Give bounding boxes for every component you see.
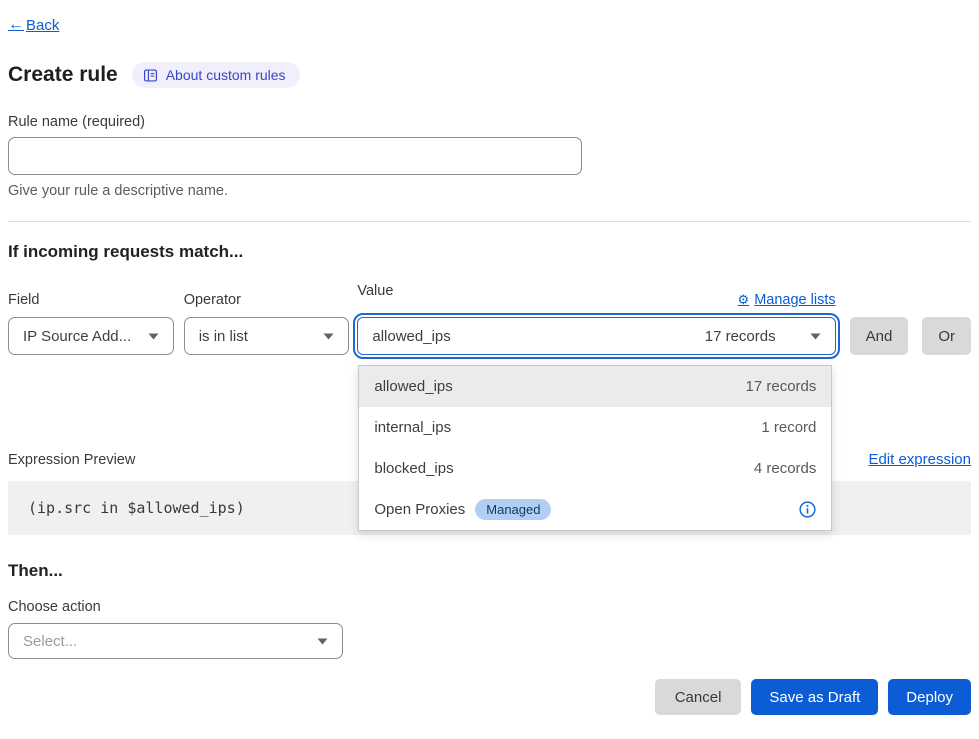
choose-action-label: Choose action <box>8 599 971 615</box>
field-selected-value: IP Source Add... <box>23 328 136 345</box>
list-option-open-proxies[interactable]: Open Proxies Managed <box>359 489 831 530</box>
match-section-heading: If incoming requests match... <box>8 242 971 262</box>
condition-row: Field IP Source Add... Operator is in li… <box>8 283 971 355</box>
list-option-count: 17 records <box>746 378 817 395</box>
rule-name-helper-text: Give your rule a descriptive name. <box>8 183 971 199</box>
section-divider <box>8 221 971 222</box>
chevron-down-icon <box>148 333 159 340</box>
managed-badge: Managed <box>475 499 551 520</box>
list-dropdown-menu: allowed_ips 17 records internal_ips 1 re… <box>358 365 832 531</box>
expression-preview-label: Expression Preview <box>8 452 135 468</box>
rule-name-label: Rule name (required) <box>8 114 971 130</box>
back-label: Back <box>26 17 59 34</box>
then-section-heading: Then... <box>8 561 971 581</box>
info-icon[interactable] <box>799 501 816 518</box>
list-option-name: blocked_ips <box>374 460 453 477</box>
action-select[interactable]: Select... <box>8 623 343 659</box>
page-title: Create rule <box>8 63 118 87</box>
action-select-placeholder: Select... <box>23 633 305 650</box>
value-selected-count: 17 records <box>705 328 776 345</box>
about-custom-rules-label: About custom rules <box>166 67 286 83</box>
footer-actions: Cancel Save as Draft Deploy <box>8 679 971 715</box>
list-option-name: Open Proxies <box>374 501 465 518</box>
operator-select[interactable]: is in list <box>184 317 350 355</box>
or-button[interactable]: Or <box>922 317 971 355</box>
deploy-button[interactable]: Deploy <box>888 679 971 715</box>
value-label: Value <box>357 283 393 299</box>
value-selected-name: allowed_ips <box>372 328 704 345</box>
gear-icon: ⚙ <box>738 292 750 308</box>
title-row: Create rule About custom rules <box>8 62 971 88</box>
edit-expression-link[interactable]: Edit expression <box>868 451 971 468</box>
rule-name-input[interactable] <box>8 137 582 175</box>
about-custom-rules-link[interactable]: About custom rules <box>132 62 300 88</box>
manage-lists-label: Manage lists <box>754 292 835 308</box>
list-option-allowed-ips[interactable]: allowed_ips 17 records <box>359 366 831 407</box>
list-option-name: allowed_ips <box>374 378 452 395</box>
field-select[interactable]: IP Source Add... <box>8 317 174 355</box>
list-option-internal-ips[interactable]: internal_ips 1 record <box>359 407 831 448</box>
create-rule-page: ←Back Create rule About custom rules Rul… <box>0 0 979 739</box>
save-as-draft-button[interactable]: Save as Draft <box>751 679 878 715</box>
back-arrow-icon: ← <box>8 16 24 34</box>
operator-label: Operator <box>184 292 350 308</box>
back-link[interactable]: ←Back <box>8 16 59 34</box>
and-button[interactable]: And <box>850 317 909 355</box>
list-option-name: internal_ips <box>374 419 451 436</box>
operator-selected-value: is in list <box>199 328 312 345</box>
list-option-count: 1 record <box>761 419 816 436</box>
book-icon <box>143 68 158 83</box>
value-select[interactable]: allowed_ips 17 records <box>357 317 835 355</box>
chevron-down-icon <box>323 333 334 340</box>
chevron-down-icon <box>810 333 821 340</box>
cancel-button[interactable]: Cancel <box>655 679 742 715</box>
list-option-count: 4 records <box>754 460 817 477</box>
field-label: Field <box>8 292 174 308</box>
chevron-down-icon <box>317 638 328 645</box>
manage-lists-link[interactable]: ⚙ Manage lists <box>738 292 836 308</box>
list-option-blocked-ips[interactable]: blocked_ips 4 records <box>359 448 831 489</box>
expression-code: (ip.src in $allowed_ips) <box>28 499 245 517</box>
